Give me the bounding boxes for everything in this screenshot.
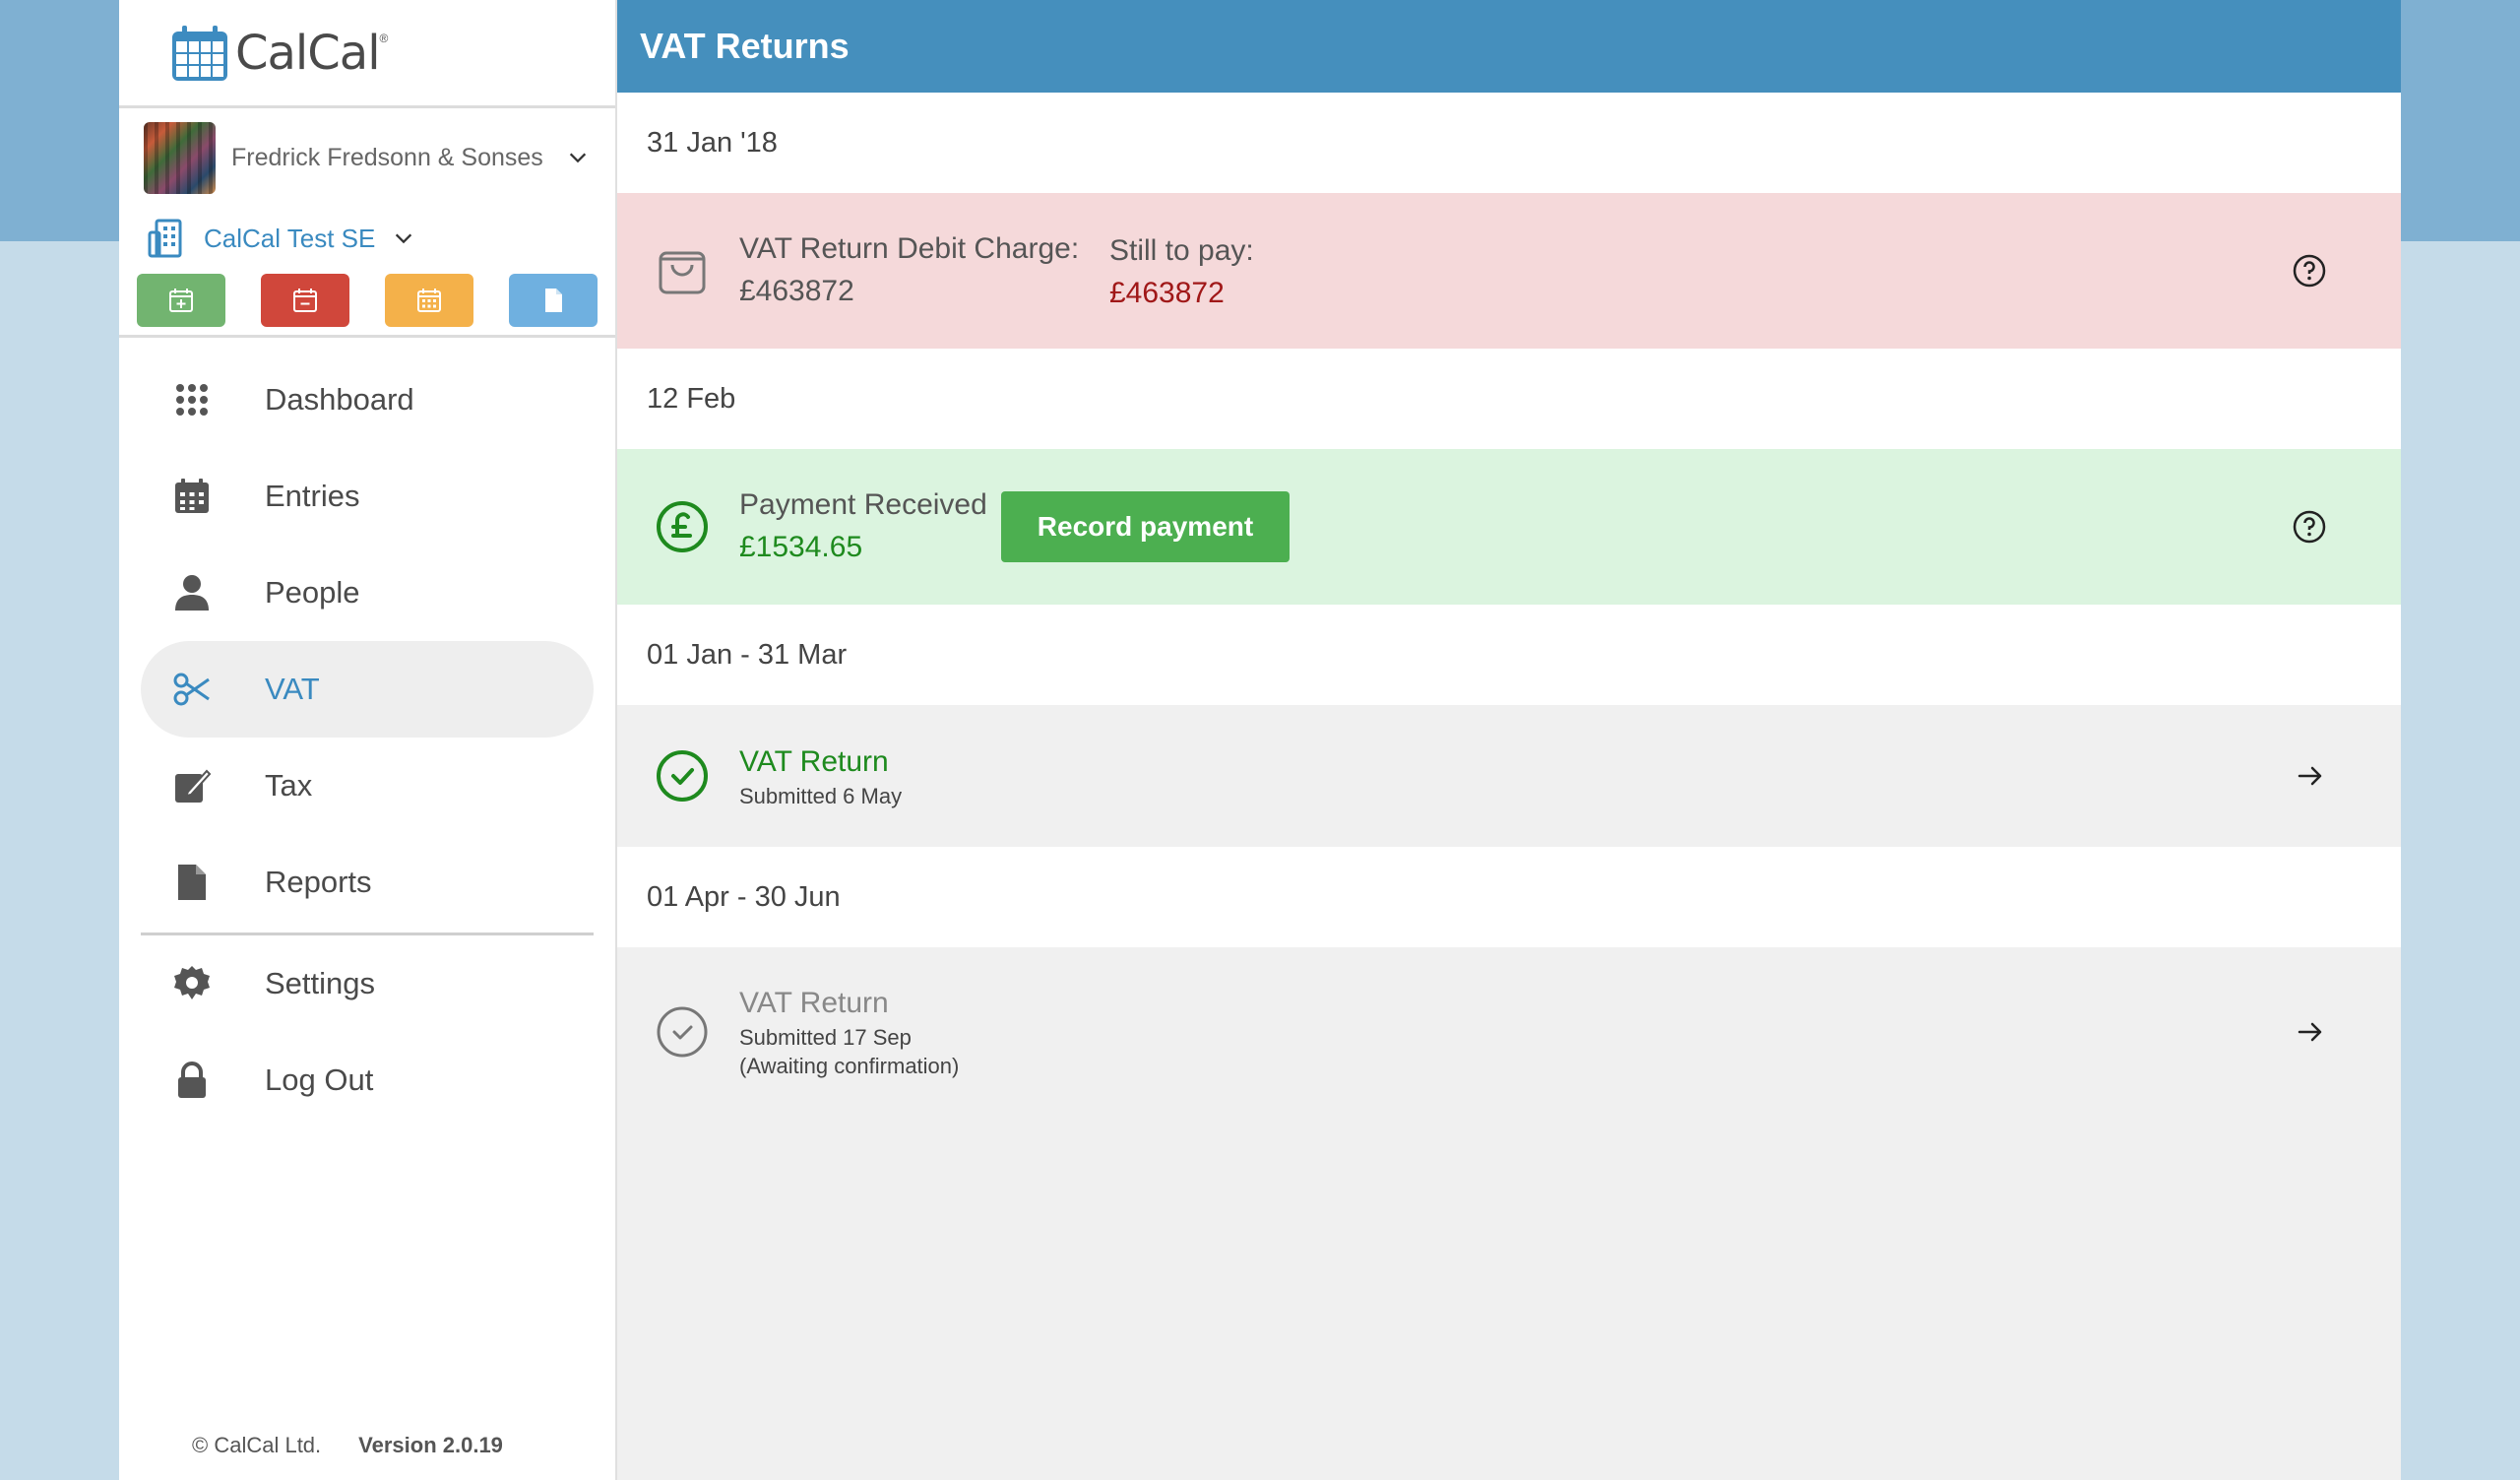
vat-return-title: VAT Return bbox=[739, 744, 889, 778]
entity-name: CalCal Test SE bbox=[204, 223, 376, 253]
calendar-button[interactable] bbox=[385, 274, 473, 327]
gear-icon bbox=[170, 962, 214, 1005]
payment-label: Payment Received bbox=[739, 488, 987, 521]
document-button[interactable] bbox=[509, 274, 598, 327]
calendar-icon bbox=[417, 289, 441, 312]
check-circle-icon bbox=[657, 1006, 708, 1058]
remove-entry-button[interactable] bbox=[261, 274, 349, 327]
entity-selector[interactable]: CalCal Test SE bbox=[119, 203, 615, 274]
company-selector[interactable]: Fredrick Fredsonn & Sonses bbox=[119, 108, 615, 207]
vat-return-status: (Awaiting confirmation) bbox=[739, 1054, 960, 1078]
vat-return-submitted: Submitted 6 May bbox=[739, 783, 903, 808]
still-to-pay-amount: £463872 bbox=[1109, 277, 1225, 309]
help-icon[interactable] bbox=[2292, 253, 2327, 289]
help-icon[interactable] bbox=[2292, 509, 2327, 545]
sidebar-item-label: VAT bbox=[265, 672, 320, 706]
payment-received-card[interactable]: Payment Received £1534.65 Record payment bbox=[617, 449, 2401, 605]
vat-return-details: VAT Return Submitted 17 Sep (Awaiting co… bbox=[739, 984, 959, 1080]
vat-return-card[interactable]: VAT Return Submitted 17 Sep (Awaiting co… bbox=[617, 947, 2401, 1117]
document-icon bbox=[170, 861, 214, 904]
sidebar-footer: © CalCal Ltd. Version 2.0.19 bbox=[192, 1433, 503, 1458]
main-content: VAT Returns 31 Jan '18 VAT Return Debit … bbox=[617, 0, 2401, 1480]
shopping-bag-icon bbox=[659, 251, 706, 294]
record-payment-button[interactable]: Record payment bbox=[1000, 491, 1291, 562]
sidebar-item-label: Entries bbox=[265, 479, 360, 513]
calendar-minus-icon bbox=[293, 289, 317, 312]
chevron-down-icon bbox=[569, 153, 586, 163]
sidebar-item-entries[interactable]: Entries bbox=[141, 448, 594, 545]
avatar bbox=[144, 121, 216, 194]
copyright: © CalCal Ltd. bbox=[192, 1433, 322, 1457]
add-entry-button[interactable] bbox=[137, 274, 225, 327]
pound-circle-icon bbox=[657, 501, 708, 552]
grid-icon bbox=[170, 378, 214, 421]
sidebar-item-logout[interactable]: Log Out bbox=[141, 1032, 594, 1128]
section-date: 01 Apr - 30 Jun bbox=[617, 847, 2401, 947]
sidebar-item-label: Reports bbox=[265, 865, 372, 899]
calendar-logo-icon bbox=[172, 25, 227, 81]
payment-amount: £1534.65 bbox=[739, 531, 863, 563]
edit-icon bbox=[170, 764, 214, 807]
calendar-icon bbox=[170, 475, 214, 518]
quick-actions bbox=[119, 274, 615, 335]
sidebar-item-label: Tax bbox=[265, 768, 313, 803]
payment-details: Payment Received £1534.65 bbox=[739, 484, 987, 569]
sidebar-item-settings[interactable]: Settings bbox=[141, 935, 594, 1032]
brand-reg: ® bbox=[379, 32, 389, 45]
person-icon bbox=[170, 571, 214, 614]
debit-details: VAT Return Debit Charge: £463872 bbox=[739, 228, 1079, 313]
page-title: VAT Returns bbox=[640, 26, 850, 66]
brand-name: CalCal bbox=[235, 25, 381, 81]
vat-return-details: VAT Return Submitted 6 May bbox=[739, 742, 902, 810]
vat-return-card[interactable]: VAT Return Submitted 6 May bbox=[617, 705, 2401, 847]
arrow-right-icon[interactable] bbox=[2294, 759, 2327, 793]
version: Version 2.0.19 bbox=[358, 1433, 503, 1457]
sidebar-item-label: People bbox=[265, 575, 360, 610]
page-header: VAT Returns bbox=[617, 0, 2401, 93]
building-icon bbox=[148, 219, 182, 258]
sidebar: CalCal ® Fredrick Fredsonn & Sonses CalC… bbox=[119, 0, 617, 1480]
vat-return-submitted: Submitted 17 Sep bbox=[739, 1025, 912, 1050]
arrow-right-icon[interactable] bbox=[2294, 1015, 2327, 1049]
debit-amount: £463872 bbox=[739, 275, 854, 307]
sidebar-item-dashboard[interactable]: Dashboard bbox=[141, 352, 594, 448]
vat-return-title: VAT Return bbox=[739, 987, 889, 1019]
calendar-plus-icon bbox=[169, 289, 193, 312]
app-window: CalCal ® Fredrick Fredsonn & Sonses CalC… bbox=[119, 0, 2401, 1480]
company-name: Fredrick Fredsonn & Sonses bbox=[231, 143, 543, 171]
sidebar-item-tax[interactable]: Tax bbox=[141, 738, 594, 834]
section-date: 12 Feb bbox=[617, 349, 2401, 449]
sidebar-item-label: Settings bbox=[265, 966, 376, 1000]
chevron-down-icon bbox=[396, 233, 412, 244]
still-to-pay: Still to pay: £463872 bbox=[1109, 230, 1254, 315]
section-date: 31 Jan '18 bbox=[617, 93, 2401, 193]
sidebar-item-label: Dashboard bbox=[265, 382, 414, 417]
still-to-pay-label: Still to pay: bbox=[1109, 234, 1254, 267]
sidebar-item-people[interactable]: People bbox=[141, 545, 594, 641]
sidebar-item-label: Log Out bbox=[265, 1062, 374, 1097]
logo[interactable]: CalCal ® bbox=[119, 0, 615, 108]
check-circle-icon bbox=[657, 750, 708, 802]
document-icon bbox=[545, 289, 562, 312]
scissors-icon bbox=[170, 668, 214, 711]
sidebar-item-reports[interactable]: Reports bbox=[141, 834, 594, 931]
debit-label: VAT Return Debit Charge: bbox=[739, 232, 1080, 265]
lock-icon bbox=[170, 1059, 214, 1102]
sidebar-nav: Dashboard Entries People VAT Tax Reports… bbox=[119, 338, 615, 1128]
debit-charge-card[interactable]: VAT Return Debit Charge: £463872 Still t… bbox=[617, 193, 2401, 349]
sidebar-item-vat[interactable]: VAT bbox=[141, 641, 594, 738]
section-date: 01 Jan - 31 Mar bbox=[617, 605, 2401, 705]
